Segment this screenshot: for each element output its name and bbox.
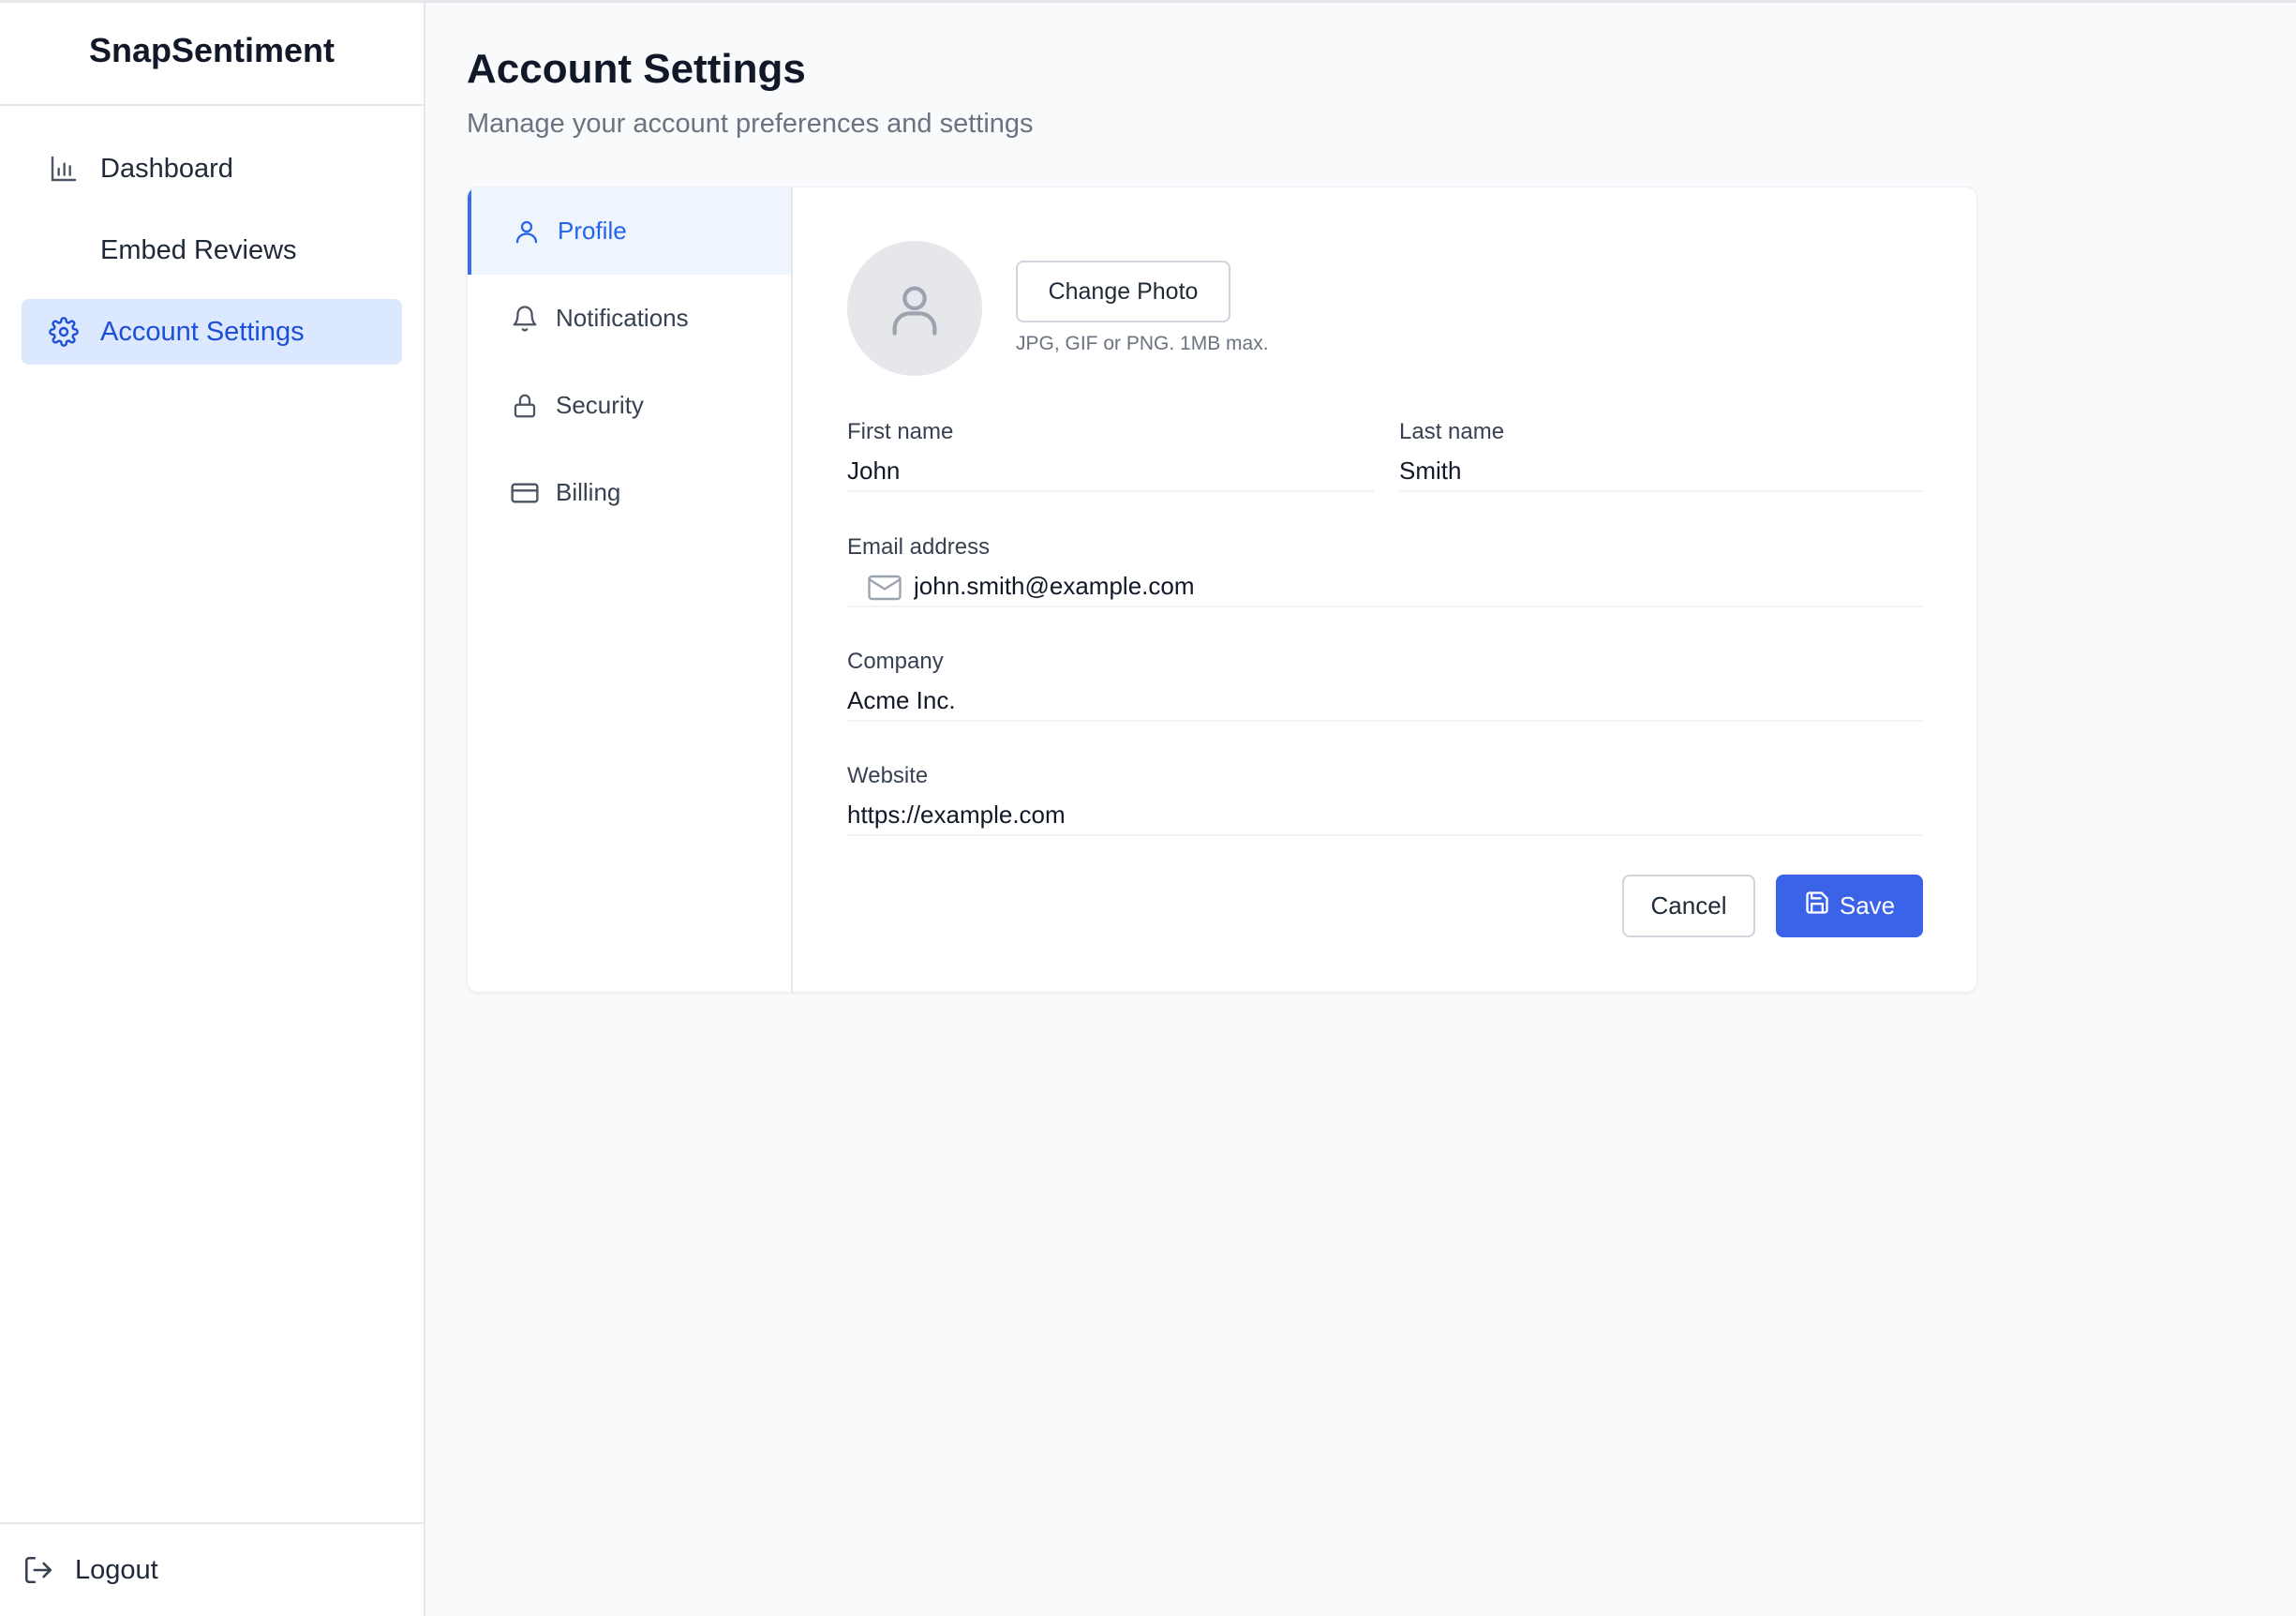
tab-label: Billing [556, 478, 621, 506]
company-field[interactable] [847, 681, 1923, 722]
website-field[interactable] [847, 795, 1923, 836]
first-name-label: First name [847, 419, 954, 444]
last-name-field[interactable] [1399, 451, 1923, 492]
save-label: Save [1839, 891, 1896, 920]
change-photo-button[interactable]: Change Photo [1016, 261, 1230, 322]
page-subtitle: Manage your account preferences and sett… [467, 109, 1034, 139]
last-name-label: Last name [1399, 419, 1505, 444]
tab-security[interactable]: Security [468, 362, 791, 449]
user-placeholder-icon [892, 286, 937, 336]
sidebar-item-dashboard[interactable]: Dashboard [22, 136, 402, 202]
sidebar-item-label: Dashboard [100, 153, 233, 184]
website-label: Website [847, 763, 929, 788]
save-button[interactable]: Save [1776, 875, 1923, 937]
sidebar-item-account-settings[interactable]: Account Settings [22, 299, 402, 365]
tab-label: Security [556, 391, 644, 419]
email-label: Email address [847, 534, 991, 560]
email-field[interactable] [847, 566, 1923, 607]
profile-panel: Change Photo JPG, GIF or PNG. 1MB max. F… [847, 187, 1923, 992]
company-label: Company [847, 649, 944, 674]
sidebar-nav: Dashboard Embed Reviews Account Settings [0, 106, 424, 365]
settings-card: Profile Notifications Security Billing C… [467, 187, 1977, 993]
sidebar-item-embed-reviews[interactable]: Embed Reviews [22, 217, 402, 283]
user-icon [511, 216, 543, 247]
logout-icon [22, 1553, 56, 1587]
app-logo: SnapSentiment [0, 3, 424, 106]
tab-notifications[interactable]: Notifications [468, 275, 791, 362]
gear-icon [48, 316, 80, 348]
tab-billing[interactable]: Billing [468, 449, 791, 536]
avatar[interactable] [847, 241, 982, 376]
bell-icon [509, 303, 541, 335]
logout-label: Logout [75, 1554, 158, 1585]
page-title: Account Settings [467, 46, 806, 92]
photo-hint: JPG, GIF or PNG. 1MB max. [1016, 333, 1269, 354]
first-name-field[interactable] [847, 451, 1374, 492]
tab-profile[interactable]: Profile [468, 187, 791, 275]
save-icon [1804, 890, 1830, 916]
cancel-button[interactable]: Cancel [1622, 875, 1755, 937]
settings-tabs: Profile Notifications Security Billing [468, 187, 793, 992]
sidebar-item-label: Account Settings [100, 316, 305, 347]
logout-button[interactable]: Logout [0, 1522, 424, 1616]
lock-icon [509, 390, 541, 422]
credit-card-icon [509, 477, 541, 509]
sidebar-item-label: Embed Reviews [100, 234, 297, 265]
bar-chart-icon [48, 153, 80, 185]
sidebar: SnapSentiment Dashboard Embed Reviews Ac… [0, 3, 425, 1616]
tab-label: Profile [558, 217, 627, 245]
tab-label: Notifications [556, 304, 689, 332]
